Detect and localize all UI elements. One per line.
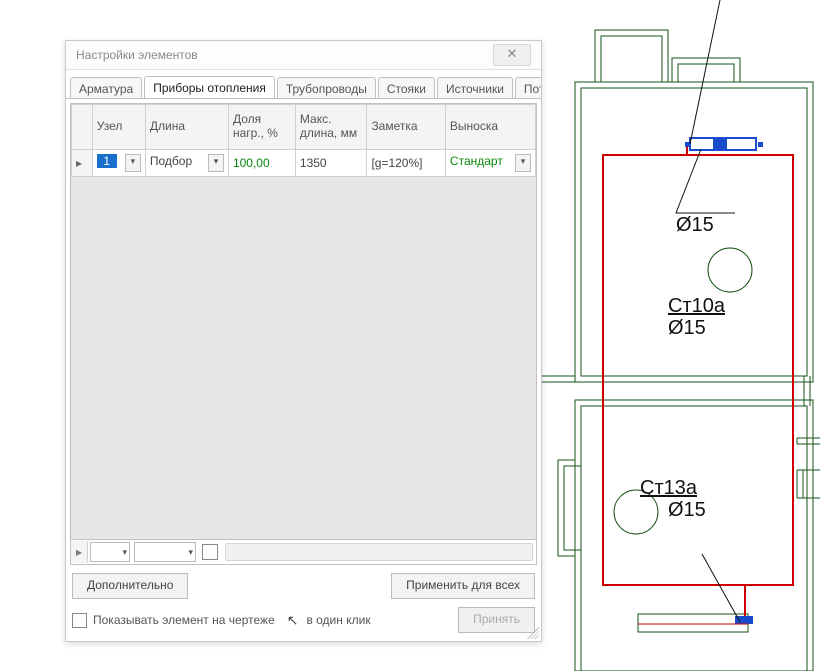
- riser-label-st13a: Ст13а: [640, 477, 698, 499]
- cell-zametka[interactable]: [g=120%]: [367, 150, 445, 177]
- cell-uzel[interactable]: 1 ▾: [92, 150, 145, 177]
- cell-dlina[interactable]: Подбор ▾: [145, 150, 228, 177]
- col-header-maxdlina[interactable]: Макс. длина, мм: [295, 105, 367, 150]
- horizontal-scrollbar[interactable]: [225, 543, 533, 561]
- filter-checkbox[interactable]: [202, 544, 218, 560]
- dialog-title: Настройки элементов: [76, 41, 198, 69]
- titlebar[interactable]: Настройки элементов ✕: [66, 41, 541, 70]
- cell-dlina-value: Подбор: [150, 154, 192, 168]
- cell-vynoska-dropdown-button[interactable]: ▾: [515, 154, 531, 172]
- row-indicator-icon: ▸: [72, 150, 93, 177]
- button-row: Дополнительно Применить для всех: [66, 569, 541, 603]
- filter-combo-1[interactable]: ▾: [90, 542, 130, 562]
- cell-vynoska[interactable]: Стандарт ▾: [445, 150, 535, 177]
- pipe-diameter-label: Ø15: [676, 214, 714, 236]
- chevron-down-icon: ▾: [188, 547, 193, 558]
- col-header-dlina[interactable]: Длина: [145, 105, 228, 150]
- pipe-diameter-label: Ø15: [668, 499, 706, 521]
- tab-stoyaki[interactable]: Стояки: [378, 77, 435, 99]
- row-header-corner: [72, 105, 93, 150]
- cell-uzel-dropdown-button[interactable]: ▾: [125, 154, 141, 172]
- col-header-dolya[interactable]: Доля нагр., %: [228, 105, 295, 150]
- col-header-vynoska[interactable]: Выноска: [445, 105, 535, 150]
- one-click-label: в один клик: [306, 613, 370, 627]
- cursor-icon: ↖: [287, 612, 299, 629]
- filter-row-indicator-icon: ▸: [71, 541, 88, 563]
- cell-vynoska-value: Стандарт: [450, 154, 503, 168]
- chevron-down-icon: ▾: [122, 547, 127, 558]
- cell-dlina-dropdown-button[interactable]: ▾: [208, 154, 224, 172]
- filter-row: ▸ ▾ ▾: [71, 539, 536, 564]
- table-row[interactable]: ▸ 1 ▾ Подбор ▾ 100,00 1350 [g=120%] Стан…: [72, 150, 536, 177]
- cell-maxdlina[interactable]: 1350: [295, 150, 367, 177]
- riser-label-st10a: Ст10а: [668, 295, 726, 317]
- data-grid[interactable]: Узел Длина Доля нагр., % Макс. длина, мм…: [70, 103, 537, 565]
- tab-potrebiteli[interactable]: Потребители: [515, 77, 541, 99]
- tab-armatura[interactable]: Арматура: [70, 77, 142, 99]
- col-header-uzel[interactable]: Узел: [92, 105, 145, 150]
- more-button[interactable]: Дополнительно: [72, 573, 188, 599]
- grid-empty-area[interactable]: [71, 177, 536, 539]
- resize-grip[interactable]: [527, 627, 539, 639]
- bottom-row: Показывать элемент на чертеже ↖ в один к…: [66, 603, 541, 641]
- pipe-diameter-label: Ø15: [668, 317, 706, 339]
- close-button[interactable]: ✕: [493, 44, 531, 66]
- accept-button[interactable]: Принять: [458, 607, 535, 633]
- col-header-zametka[interactable]: Заметка: [367, 105, 445, 150]
- cell-dolya[interactable]: 100,00: [228, 150, 295, 177]
- tab-pribory-otopleniya[interactable]: Приборы отопления: [144, 76, 275, 99]
- tab-istochniki[interactable]: Источники: [437, 77, 513, 99]
- apply-all-button[interactable]: Применить для всех: [391, 573, 535, 599]
- tab-truboprovody[interactable]: Трубопроводы: [277, 77, 376, 99]
- filter-combo-2[interactable]: ▾: [134, 542, 196, 562]
- element-settings-dialog: Настройки элементов ✕ Арматура Приборы о…: [65, 40, 542, 642]
- show-on-drawing-checkbox[interactable]: [72, 613, 87, 628]
- tab-strip: Арматура Приборы отопления Трубопроводы …: [66, 70, 541, 99]
- show-on-drawing-label: Показывать элемент на чертеже: [93, 613, 275, 627]
- cell-uzel-value: 1: [97, 154, 117, 168]
